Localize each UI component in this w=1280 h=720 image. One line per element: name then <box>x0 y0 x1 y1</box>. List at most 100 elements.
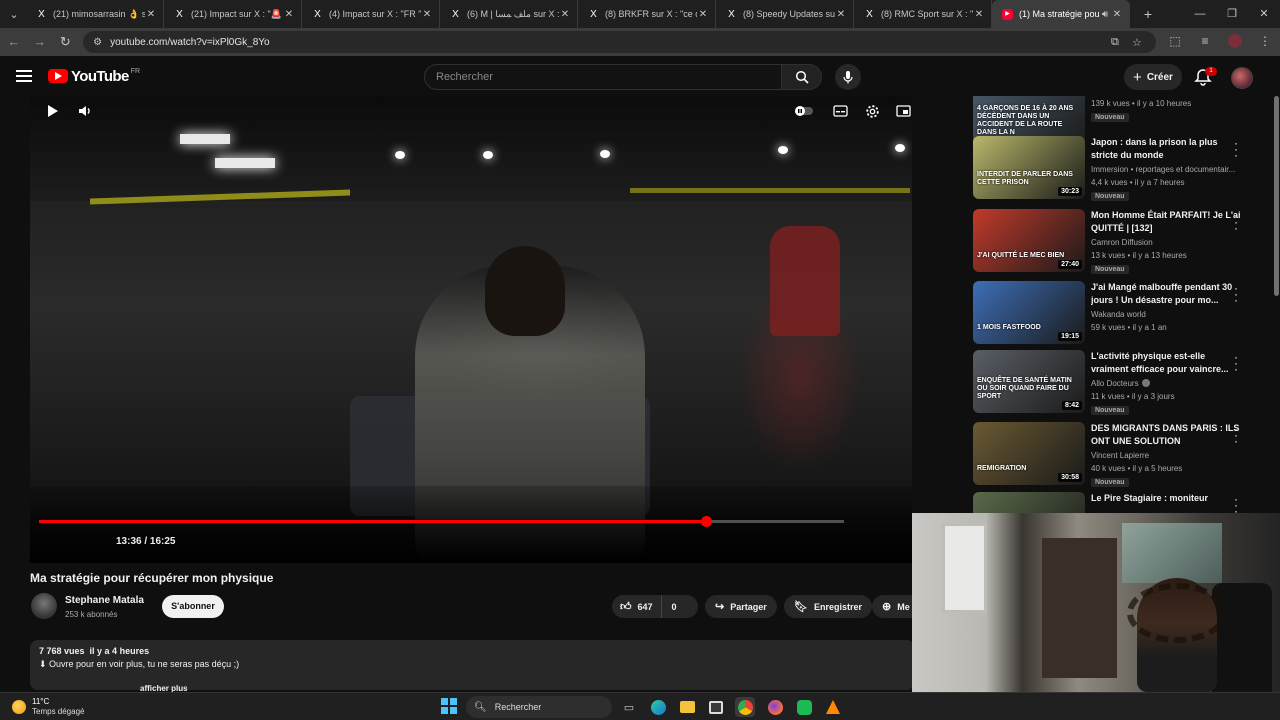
store-icon[interactable] <box>706 697 726 717</box>
new-tab-button[interactable]: + <box>1136 2 1160 26</box>
mute-button[interactable] <box>76 96 94 126</box>
more-options-icon[interactable]: · · · <box>1231 493 1241 514</box>
video-thumbnail[interactable]: ENQUÊTE DE SANTÉ MATIN OU SOIR QUAND FAI… <box>973 350 1085 413</box>
tab[interactable]: X (8) RMC Sport sur X : "🎽✕ <box>854 0 992 28</box>
vlc-icon[interactable] <box>823 697 843 717</box>
subscribe-button[interactable]: S'abonner <box>162 595 224 618</box>
tab-close-icon[interactable]: ✕ <box>697 9 709 20</box>
video-thumbnail[interactable]: 1 MOIS FASTFOOD 19:15 <box>973 281 1085 344</box>
chrome-icon[interactable] <box>735 697 755 717</box>
tab-close-icon[interactable]: ✕ <box>559 9 571 20</box>
more-options-icon[interactable]: · · · <box>1231 282 1241 306</box>
video-thumbnail[interactable] <box>973 492 1085 514</box>
tab-active[interactable]: ▶ (1) Ma stratégie pour 🔊︎ ✕ <box>992 0 1130 28</box>
install-app-icon[interactable]: ⧉ <box>1106 36 1124 49</box>
tab-close-icon[interactable]: ✕ <box>283 9 295 20</box>
account-avatar[interactable] <box>1231 67 1253 89</box>
recommended-video-title[interactable]: J'ai Mangé malbouffe pendant 30 jours ! … <box>1091 281 1243 307</box>
recommended-channel[interactable]: Allo Docteurs <box>1091 379 1251 388</box>
channel-name[interactable]: Stephane Matala <box>65 595 144 606</box>
reload-button[interactable]: ↻ <box>53 30 77 54</box>
description-box[interactable]: 7 768 vues il y a 4 heures ⬇ Ouvre pour e… <box>30 640 915 693</box>
dislike-button[interactable]: 0 <box>662 595 677 618</box>
video-player[interactable]: 13:36 / 16:25 <box>30 96 912 563</box>
firefox-icon[interactable] <box>765 697 785 717</box>
more-options-icon[interactable]: · · · <box>1231 423 1241 447</box>
tab-search-button[interactable]: ⌄ <box>2 2 26 26</box>
media-controls-icon[interactable]: ≡ <box>1190 34 1220 51</box>
recommended-video-title[interactable]: Japon : dans la prison la plus stricte d… <box>1091 136 1243 162</box>
file-explorer-icon[interactable] <box>677 697 697 717</box>
autoplay-toggle[interactable] <box>794 96 814 126</box>
recommended-video[interactable]: Le Pire Stagiaire : moniteur · · · <box>973 492 1273 514</box>
more-options-icon[interactable]: · · · <box>1231 351 1241 375</box>
save-button[interactable]: 🔖︎ Enregistrer <box>784 595 872 618</box>
tab[interactable]: X (21) Impact sur X : "🚨 FR✕ <box>164 0 302 28</box>
video-progress-bar[interactable] <box>39 516 844 527</box>
recommended-video[interactable]: REMIGRATION 30:58 DES MIGRANTS DANS PARIS … <box>973 422 1273 488</box>
taskbar-search[interactable]: 🔍︎ Rechercher <box>466 696 612 718</box>
scrollbar-thumb[interactable] <box>1274 96 1279 296</box>
omnibox[interactable]: ⚙ youtube.com/watch?v=ixPl0Gk_8Yo ⧉ ☆ <box>83 31 1156 53</box>
tab-close-icon[interactable]: ✕ <box>835 9 847 20</box>
browser-menu-icon[interactable]: ⋮ <box>1250 34 1280 51</box>
tab[interactable]: X (8) BRKFR sur X : "ce que✕ <box>578 0 716 28</box>
youtube-logo[interactable]: YouTube FR <box>48 68 140 85</box>
recommended-video[interactable]: INTERDIT DE PARLER DANS CETTE PRISON 30:2… <box>973 136 1273 202</box>
recommended-video[interactable]: 1 MOIS FASTFOOD 19:15 J'ai Mangé malbouffe… <box>973 281 1273 347</box>
create-button[interactable]: + Créer <box>1124 64 1182 90</box>
search-button[interactable] <box>782 64 822 90</box>
tab-close-icon[interactable]: ✕ <box>421 9 433 20</box>
more-options-icon[interactable]: · · · <box>1231 137 1241 161</box>
forward-button[interactable]: → <box>28 30 52 54</box>
settings-button[interactable] <box>863 96 881 126</box>
close-window-button[interactable]: ✕ <box>1248 0 1280 28</box>
search-input[interactable]: Rechercher <box>424 64 782 90</box>
bookmark-star-icon[interactable]: ☆ <box>1128 36 1146 49</box>
weather-widget[interactable]: 11°C Temps dégagé <box>12 697 84 717</box>
channel-avatar[interactable] <box>31 593 57 619</box>
green-app-icon[interactable] <box>794 697 814 717</box>
subtitles-button[interactable] <box>831 96 849 126</box>
back-button[interactable]: ← <box>2 30 26 54</box>
share-button[interactable]: ↪ Partager <box>705 595 777 618</box>
more-actions-button[interactable]: ⊕ Me <box>872 595 912 618</box>
recommended-video-title[interactable]: DES MIGRANTS DANS PARIS : ILS ONT UNE SO… <box>1091 422 1243 448</box>
recommended-channel[interactable]: Wakanda world <box>1091 310 1251 319</box>
recommended-video-title[interactable]: Le Pire Stagiaire : moniteur <box>1091 492 1243 505</box>
edge-icon[interactable] <box>648 697 668 717</box>
tab[interactable]: X (6) M | ملف ﻤﺴﺎ sur X : "la✕ <box>440 0 578 28</box>
profile-icon[interactable] <box>1220 33 1250 51</box>
recommended-channel[interactable]: Camron Diffusion <box>1091 238 1251 247</box>
url-text[interactable]: youtube.com/watch?v=ixPl0Gk_8Yo <box>110 37 1102 48</box>
start-button[interactable] <box>441 698 457 714</box>
tab-close-icon[interactable]: ✕ <box>145 9 157 20</box>
recommended-channel[interactable]: Vincent Lapierre <box>1091 451 1251 460</box>
menu-icon[interactable] <box>16 70 32 82</box>
video-thumbnail[interactable]: REMIGRATION 30:58 <box>973 422 1085 485</box>
video-scrubber-handle[interactable] <box>700 516 712 527</box>
tab[interactable]: X (4) Impact sur X : "FR "Au✕ <box>302 0 440 28</box>
video-thumbnail[interactable]: J'AI QUITTÉ LE MEC BIEN 27:40 <box>973 209 1085 272</box>
site-info-icon[interactable]: ⚙ <box>93 37 102 48</box>
more-options-icon[interactable]: · · · <box>1231 210 1241 234</box>
page-scrollbar[interactable] <box>1273 96 1280 514</box>
recommended-video-title[interactable]: Mon Homme Était PARFAIT! Je L'ai QUITTÉ … <box>1091 209 1243 235</box>
maximize-button[interactable]: ❐ <box>1216 0 1248 28</box>
tab-close-icon[interactable]: ✕ <box>1111 9 1123 20</box>
recommended-video-title[interactable]: L'activité physique est-elle vraiment ef… <box>1091 350 1243 376</box>
tab-audio-icon[interactable]: 🔊︎ <box>1099 9 1111 20</box>
extensions-icon[interactable]: ⬚ <box>1160 34 1190 51</box>
like-button[interactable]: 👍︎ 647 <box>612 595 662 618</box>
miniplayer-button[interactable] <box>895 96 911 126</box>
tab[interactable]: X (21) mimosarrasin 👌 sur ✕ <box>26 0 164 28</box>
play-button[interactable] <box>44 96 62 126</box>
recommended-channel[interactable]: Immersion • reportages et documentair... <box>1091 165 1251 174</box>
task-view-icon[interactable]: ▭ <box>619 697 639 717</box>
tab[interactable]: X (8) Speedy Updates sur X✕ <box>716 0 854 28</box>
tab-close-icon[interactable]: ✕ <box>973 9 985 20</box>
voice-search-button[interactable] <box>835 64 861 90</box>
recommended-video[interactable]: J'AI QUITTÉ LE MEC BIEN 27:40 Mon Homme Ét… <box>973 209 1273 275</box>
recommended-video[interactable]: ENQUÊTE DE SANTÉ MATIN OU SOIR QUAND FAI… <box>973 350 1273 416</box>
video-thumbnail[interactable]: INTERDIT DE PARLER DANS CETTE PRISON 30:2… <box>973 136 1085 199</box>
